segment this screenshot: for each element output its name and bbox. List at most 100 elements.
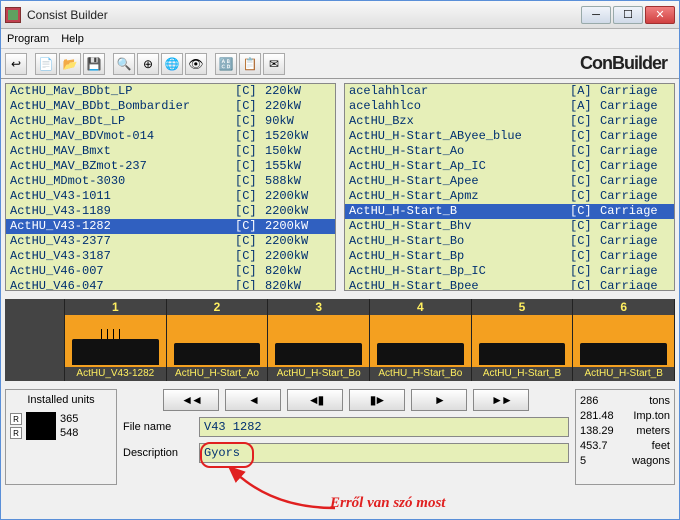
- menu-program[interactable]: Program: [7, 33, 49, 45]
- list-row[interactable]: ActHU_MDmot-3030[C]588kW: [6, 174, 335, 189]
- list-row[interactable]: acelahhlcar[A]Carriage: [345, 84, 674, 99]
- list-row[interactable]: ActHU_H-Start_AByee_blue[C]Carriage: [345, 129, 674, 144]
- list-row[interactable]: ActHU_V43-2377[C]2200kW: [6, 234, 335, 249]
- row-tag: [C]: [235, 219, 265, 234]
- slot-number: 5: [472, 299, 573, 315]
- carriage-list[interactable]: acelahhlcar[A]Carriageacelahhlco[A]Carri…: [344, 83, 675, 291]
- row-name: ActHU_H-Start_Ao: [349, 144, 570, 159]
- row-tag: [C]: [235, 129, 265, 144]
- consist-slot[interactable]: 1ActHU_V43-1282: [65, 299, 167, 381]
- carriage-icon: [580, 343, 667, 365]
- toolbar-btn-12[interactable]: 📋: [239, 53, 261, 75]
- toolbar-btn-7[interactable]: ⊕: [137, 53, 159, 75]
- list-row[interactable]: ActHU_H-Start_Bpee[C]Carriage: [345, 279, 674, 291]
- list-row[interactable]: ActHU_V46-047[C]820kW: [6, 279, 335, 291]
- list-row[interactable]: ActHU_H-Start_Ap_IC[C]Carriage: [345, 159, 674, 174]
- slot-vehicle: [65, 315, 166, 367]
- nav-stepback[interactable]: ◄▮: [287, 389, 343, 411]
- list-row[interactable]: ActHU_H-Start_Bp[C]Carriage: [345, 249, 674, 264]
- row-name: ActHU_V46-047: [10, 279, 235, 291]
- list-row[interactable]: ActHU_H-Start_Ao[C]Carriage: [345, 144, 674, 159]
- filename-label: File name: [123, 421, 193, 433]
- list-row[interactable]: ActHU_Bzx[C]Carriage: [345, 114, 674, 129]
- row-tag: [C]: [570, 144, 600, 159]
- close-button[interactable]: ✕: [645, 6, 675, 24]
- row-val: Carriage: [600, 219, 670, 234]
- nav-next[interactable]: ►: [411, 389, 467, 411]
- list-row[interactable]: ActHU_Mav_BDt_LP[C]90kW: [6, 114, 335, 129]
- list-row[interactable]: ActHU_V46-007[C]820kW: [6, 264, 335, 279]
- unit-count: 365: [60, 413, 78, 425]
- list-row[interactable]: ActHU_H-Start_Apmz[C]Carriage: [345, 189, 674, 204]
- consist-slot[interactable]: 4ActHU_H-Start_Bo: [370, 299, 472, 381]
- stat-row: 5wagons: [580, 454, 670, 469]
- list-row[interactable]: ActHU_H-Start_Bo[C]Carriage: [345, 234, 674, 249]
- nav-first[interactable]: ◄◄: [163, 389, 219, 411]
- list-row[interactable]: ActHU_H-Start_Bhv[C]Carriage: [345, 219, 674, 234]
- list-row[interactable]: ActHU_V43-1011[C]2200kW: [6, 189, 335, 204]
- stat-unit: Imp.ton: [633, 409, 670, 424]
- engine-list[interactable]: ActHU_Mav_BDbt_LP[C]220kWActHU_MAV_BDbt_…: [5, 83, 336, 291]
- stat-row: 286tons: [580, 394, 670, 409]
- menu-help[interactable]: Help: [61, 33, 84, 45]
- row-val: Carriage: [600, 84, 670, 99]
- row-tag: [A]: [570, 99, 600, 114]
- app-window: Consist Builder ─ ☐ ✕ Program Help ↩📄📂💾🔍…: [0, 0, 680, 520]
- row-val: 2200kW: [265, 219, 331, 234]
- nav-buttons: ◄◄ ◄ ◄▮ ▮► ► ►►: [123, 389, 569, 411]
- list-row[interactable]: ActHU_MAV_BDbt_Bombardier[C]220kW: [6, 99, 335, 114]
- row-tag: [C]: [570, 219, 600, 234]
- row-name: ActHU_MAV_Bmxt: [10, 144, 235, 159]
- toolbar-btn-2[interactable]: 📄: [35, 53, 57, 75]
- installed-row: R548: [10, 426, 112, 440]
- minimize-button[interactable]: ─: [581, 6, 611, 24]
- row-name: ActHU_V43-2377: [10, 234, 235, 249]
- nav-last[interactable]: ►►: [473, 389, 529, 411]
- slot-vehicle: [573, 315, 674, 367]
- maximize-button[interactable]: ☐: [613, 6, 643, 24]
- row-tag: [C]: [235, 279, 265, 291]
- toolbar-btn-3[interactable]: 📂: [59, 53, 81, 75]
- row-val: Carriage: [600, 144, 670, 159]
- toolbar-btn-9[interactable]: 👁: [185, 53, 207, 75]
- row-tag: [C]: [570, 204, 600, 219]
- toolbar-btn-11[interactable]: 🔠: [215, 53, 237, 75]
- description-input[interactable]: Gyors: [199, 443, 569, 463]
- row-name: ActHU_Bzx: [349, 114, 570, 129]
- toolbar-btn-6[interactable]: 🔍: [113, 53, 135, 75]
- row-val: Carriage: [600, 249, 670, 264]
- stat-value: 286: [580, 394, 598, 409]
- nav-prev[interactable]: ◄: [225, 389, 281, 411]
- installed-header: Installed units: [10, 394, 112, 406]
- list-row[interactable]: acelahhlco[A]Carriage: [345, 99, 674, 114]
- consist-slot[interactable]: 5ActHU_H-Start_B: [472, 299, 574, 381]
- row-name: ActHU_H-Start_Apmz: [349, 189, 570, 204]
- list-row[interactable]: ActHU_Mav_BDbt_LP[C]220kW: [6, 84, 335, 99]
- toolbar-btn-8[interactable]: 🌐: [161, 53, 183, 75]
- list-row[interactable]: ActHU_MAV_BDVmot-014[C]1520kW: [6, 129, 335, 144]
- consist-slot[interactable]: 2ActHU_H-Start_Ao: [167, 299, 269, 381]
- row-val: 2200kW: [265, 249, 331, 264]
- filename-input[interactable]: V43 1282: [199, 417, 569, 437]
- toolbar-btn-4[interactable]: 💾: [83, 53, 105, 75]
- consist-slot[interactable]: 6ActHU_H-Start_B: [573, 299, 675, 381]
- list-row[interactable]: ActHU_MAV_Bmxt[C]150kW: [6, 144, 335, 159]
- list-row[interactable]: ActHU_MAV_BZmot-237[C]155kW: [6, 159, 335, 174]
- reverse-toggle[interactable]: R: [10, 427, 22, 439]
- list-row[interactable]: ActHU_H-Start_Apee[C]Carriage: [345, 174, 674, 189]
- list-row[interactable]: ActHU_H-Start_B[C]Carriage: [345, 204, 674, 219]
- consist-slot[interactable]: 3ActHU_H-Start_Bo: [268, 299, 370, 381]
- row-tag: [C]: [570, 189, 600, 204]
- reverse-toggle[interactable]: R: [10, 413, 22, 425]
- toolbar-btn-13[interactable]: ✉: [263, 53, 285, 75]
- installed-row: R 365: [10, 412, 112, 426]
- toolbar: ↩📄📂💾🔍⊕🌐👁🔠📋✉ConBuilder: [1, 49, 679, 79]
- toolbar-btn-0[interactable]: ↩: [5, 53, 27, 75]
- list-row[interactable]: ActHU_V43-1189[C]2200kW: [6, 204, 335, 219]
- row-name: ActHU_MAV_BDVmot-014: [10, 129, 235, 144]
- nav-stepfwd[interactable]: ▮►: [349, 389, 405, 411]
- bottom-panel: Installed units R 365R548 ◄◄ ◄ ◄▮ ▮► ► ►►…: [1, 385, 679, 485]
- list-row[interactable]: ActHU_V43-1282[C]2200kW: [6, 219, 335, 234]
- list-row[interactable]: ActHU_H-Start_Bp_IC[C]Carriage: [345, 264, 674, 279]
- list-row[interactable]: ActHU_V43-3187[C]2200kW: [6, 249, 335, 264]
